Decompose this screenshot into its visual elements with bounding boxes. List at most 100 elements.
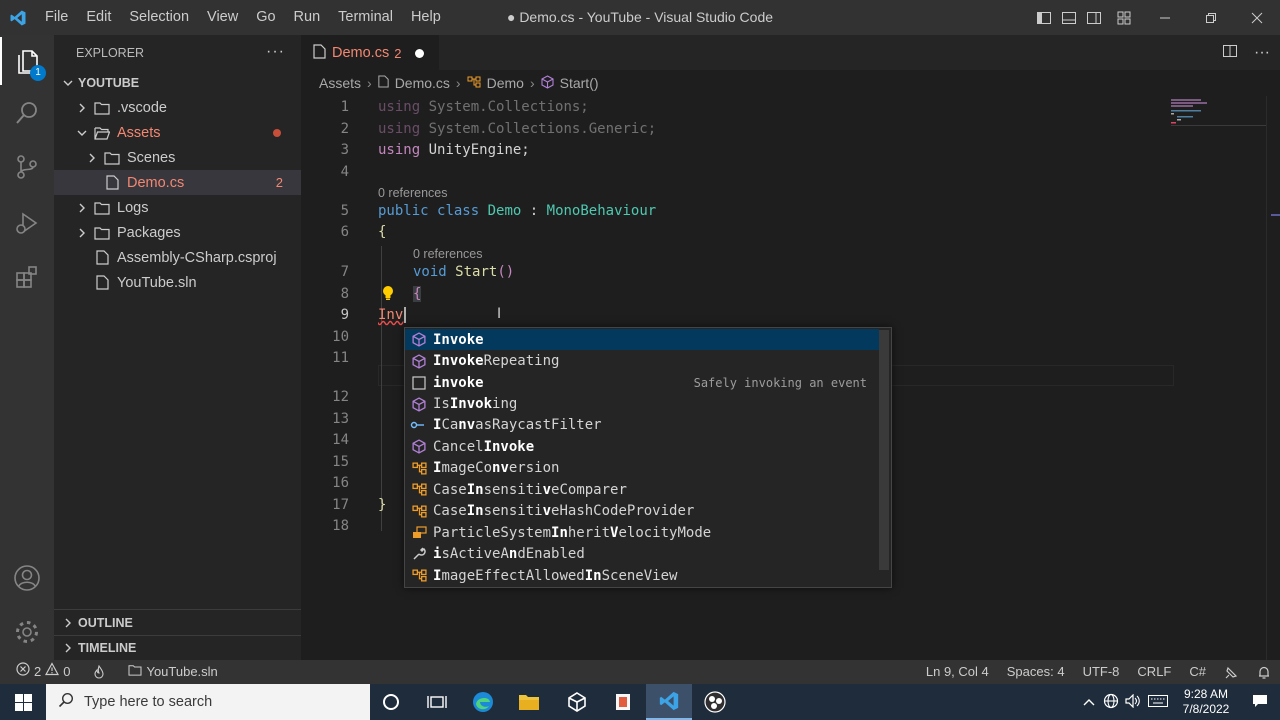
lightbulb-icon[interactable] [381, 285, 395, 305]
end-of-line[interactable]: CRLF [1128, 660, 1180, 684]
tree-item-label: Assembly-CSharp.csproj [117, 249, 277, 266]
tree-item-csproj[interactable]: Assembly-CSharp.csproj [54, 245, 301, 270]
tree-item-label: YouTube.sln [117, 274, 197, 291]
breadcrumb-class[interactable]: Demo [487, 75, 524, 91]
suggestion-item[interactable]: invoke Safely invoking an event [405, 372, 879, 393]
task-view-icon[interactable] [414, 684, 460, 720]
toggle-secondary-sidebar-icon[interactable] [1081, 0, 1106, 35]
menu-selection[interactable]: Selection [120, 0, 198, 35]
customize-layout-icon[interactable] [1106, 0, 1142, 35]
tab-demo-cs[interactable]: Demo.cs 2 [301, 35, 439, 70]
omnisharp-flame-icon[interactable] [83, 665, 115, 679]
timeline-section[interactable]: TIMELINE [54, 635, 301, 660]
code-line: void Start() [413, 264, 515, 280]
tree-item-sln[interactable]: YouTube.sln [54, 270, 301, 295]
encoding[interactable]: UTF-8 [1074, 660, 1129, 684]
breadcrumb-method[interactable]: Start() [560, 75, 599, 91]
edge-browser-icon[interactable] [460, 684, 506, 720]
toggle-primary-sidebar-icon[interactable] [1031, 0, 1056, 35]
feedback-icon[interactable] [1215, 665, 1248, 680]
account-icon[interactable] [0, 554, 54, 602]
menu-help[interactable]: Help [402, 0, 450, 35]
more-actions-icon[interactable]: ··· [1254, 44, 1270, 62]
menu-terminal[interactable]: Terminal [329, 0, 402, 35]
code-line: using System.Collections.Generic; [378, 121, 657, 137]
paint-app-icon[interactable] [600, 684, 646, 720]
tab-problem-count: 2 [394, 45, 402, 61]
chevron-right-icon [58, 642, 78, 654]
suggestion-item[interactable]: ImageConversion [405, 458, 879, 479]
explorer-icon[interactable]: 1 [0, 37, 54, 85]
code-lens-references[interactable]: 0 references [413, 247, 482, 261]
suggestion-item[interactable]: IsInvoking [405, 393, 879, 414]
cortana-icon[interactable] [368, 684, 414, 720]
notifications-bell-icon[interactable] [1248, 665, 1280, 680]
code-lens-references[interactable]: 0 references [378, 186, 447, 200]
folder-open-icon [92, 126, 112, 140]
suggestion-item[interactable]: CaseInsensitiveHashCodeProvider [405, 501, 879, 522]
suggestion-label: InvokeRepeating [433, 353, 560, 370]
search-icon[interactable] [0, 89, 54, 137]
more-actions-icon[interactable]: ··· [266, 43, 285, 61]
minimap[interactable] [1171, 97, 1266, 137]
folder-icon [92, 226, 112, 240]
source-control-icon[interactable] [0, 143, 54, 191]
taskbar-search-input[interactable]: Type here to search [46, 684, 370, 720]
solution-selector[interactable]: YouTube.sln [119, 660, 226, 684]
line-number: 9 [340, 307, 349, 323]
class-icon [407, 483, 431, 496]
vscode-taskbar-icon[interactable] [646, 684, 692, 720]
problems-indicator[interactable]: 2 0 [16, 660, 79, 684]
tree-item-assets[interactable]: Assets [54, 120, 301, 145]
suggestion-item[interactable]: isActiveAndEnabled [405, 544, 879, 565]
suggestion-item[interactable]: ImageEffectAllowedInSceneView [405, 565, 879, 586]
menu-run[interactable]: Run [285, 0, 330, 35]
indentation[interactable]: Spaces: 4 [998, 660, 1074, 684]
suggestion-item[interactable]: ICanvasRaycastFilter [405, 415, 879, 436]
tree-item-demo-cs[interactable]: Demo.cs 2 [54, 170, 301, 195]
tree-item-scenes[interactable]: Scenes [54, 145, 301, 170]
tree-item-packages[interactable]: Packages [54, 220, 301, 245]
volume-icon[interactable] [1122, 693, 1144, 711]
breadcrumb-assets[interactable]: Assets [319, 75, 361, 91]
breadcrumb: Assets › Demo.cs › Demo › Start() [301, 70, 1280, 96]
chevron-right-icon [72, 227, 92, 239]
keyboard-icon[interactable] [1144, 694, 1172, 710]
restore-icon[interactable] [1188, 0, 1234, 35]
unity-icon[interactable] [554, 684, 600, 720]
obs-studio-icon[interactable] [692, 684, 738, 720]
action-center-icon[interactable] [1240, 694, 1280, 711]
suggestion-item[interactable]: InvokeRepeating [405, 350, 879, 371]
workspace-folder-header[interactable]: YOUTUBE [54, 70, 301, 95]
language-mode[interactable]: C# [1180, 660, 1215, 684]
close-window-icon[interactable] [1234, 0, 1280, 35]
split-editor-icon[interactable] [1222, 43, 1238, 62]
extensions-icon[interactable] [0, 253, 54, 301]
system-clock[interactable]: 9:28 AM 7/8/2022 [1172, 687, 1240, 717]
manage-gear-icon[interactable] [0, 608, 54, 656]
suggestion-item[interactable]: CaseInsensitiveComparer [405, 479, 879, 500]
menu-go[interactable]: Go [247, 0, 284, 35]
run-debug-icon[interactable] [0, 199, 54, 247]
network-globe-icon[interactable] [1100, 693, 1122, 712]
suggestion-item[interactable]: Invoke [405, 329, 879, 351]
tree-item-vscode[interactable]: .vscode [54, 95, 301, 120]
toggle-panel-icon[interactable] [1056, 0, 1081, 35]
cursor-position[interactable]: Ln 9, Col 4 [917, 660, 998, 684]
breadcrumb-file[interactable]: Demo.cs [395, 75, 450, 91]
suggestion-item[interactable]: ParticleSystemInheritVelocityMode [405, 522, 879, 543]
menu-view[interactable]: View [198, 0, 247, 35]
menu-edit[interactable]: Edit [77, 0, 120, 35]
show-hidden-icons-icon[interactable] [1078, 694, 1100, 710]
menu-file[interactable]: File [36, 0, 77, 35]
file-explorer-icon[interactable] [506, 684, 552, 720]
suggestion-item[interactable]: CancelInvoke [405, 436, 879, 457]
suggest-scrollbar[interactable] [879, 330, 889, 570]
vertical-scrollbar[interactable] [1266, 96, 1280, 660]
tree-item-logs[interactable]: Logs [54, 195, 301, 220]
suggestion-label: Invoke [433, 331, 484, 348]
outline-section[interactable]: OUTLINE [54, 610, 301, 635]
unsaved-dot-icon[interactable] [415, 48, 425, 58]
windows-start-icon[interactable] [0, 684, 46, 720]
minimize-icon[interactable] [1142, 0, 1188, 35]
